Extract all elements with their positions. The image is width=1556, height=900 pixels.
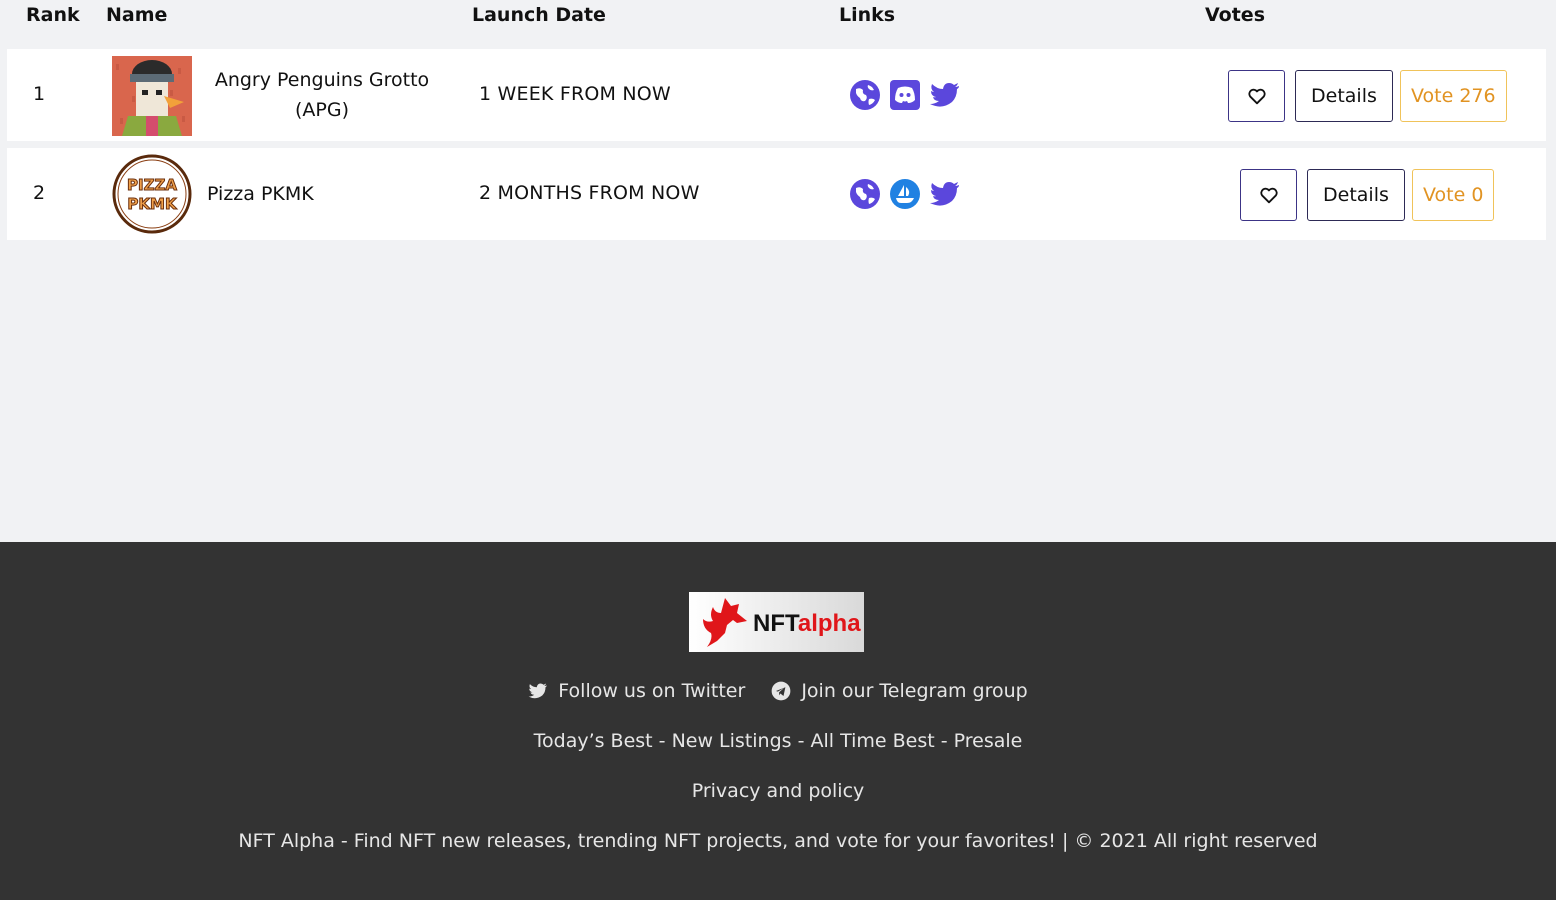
wolf-icon <box>703 598 747 647</box>
nav-separator: - <box>934 730 954 752</box>
twitter-follow-link[interactable]: Follow us on Twitter <box>528 680 745 702</box>
nav-new-listings[interactable]: New Listings <box>672 730 792 752</box>
rank-cell: 2 <box>33 182 46 204</box>
globe-icon[interactable] <box>849 79 881 111</box>
project-name[interactable]: Pizza PKMK <box>207 179 314 209</box>
rank-cell: 1 <box>33 83 46 105</box>
favorite-button[interactable] <box>1240 169 1297 221</box>
launch-date: 1 WEEK FROM NOW <box>479 83 671 105</box>
heart-icon <box>1247 88 1266 105</box>
details-button[interactable]: Details <box>1307 169 1405 221</box>
footer-nav: Today’s Best - New Listings - All Time B… <box>0 730 1556 752</box>
privacy-policy: Privacy and policy <box>0 780 1556 802</box>
nav-presale[interactable]: Presale <box>954 730 1023 752</box>
avatar-text-top: PIZZA <box>127 176 177 194</box>
header-launch-date: Launch Date <box>472 4 606 26</box>
vote-button[interactable]: Vote 276 <box>1400 70 1507 122</box>
header-links: Links <box>839 4 896 26</box>
twitter-icon[interactable] <box>929 79 961 111</box>
social-links: Follow us on Twitter Join our Telegram g… <box>0 680 1556 702</box>
header-name: Name <box>106 4 168 26</box>
heart-icon <box>1259 187 1278 204</box>
twitter-icon[interactable] <box>929 178 961 210</box>
nav-separator: - <box>652 730 672 752</box>
globe-icon[interactable] <box>849 178 881 210</box>
nftalpha-logo[interactable]: NFTalpha <box>689 592 864 652</box>
twitter-follow-label: Follow us on Twitter <box>558 680 746 702</box>
twitter-icon <box>528 683 548 699</box>
nav-separator: - <box>791 730 811 752</box>
main-content: Rank Name Launch Date Links Votes 1 Angr… <box>0 0 1556 542</box>
privacy-policy-link[interactable]: Privacy and policy <box>692 780 865 802</box>
details-button[interactable]: Details <box>1295 70 1393 122</box>
nav-all-time-best[interactable]: All Time Best <box>811 730 935 752</box>
table-row[interactable]: 2 PIZZA PKMK Pizza PKMK 2 MONTHS FROM NO… <box>7 148 1546 240</box>
links-cell <box>849 178 961 210</box>
favorite-button[interactable] <box>1228 70 1285 122</box>
copyright-text: NFT Alpha - Find NFT new releases, trend… <box>238 830 1318 852</box>
telegram-icon <box>771 681 791 701</box>
header-votes: Votes <box>1205 4 1265 26</box>
site-footer: NFTalpha Follow us on Twitter Join our T… <box>0 542 1556 900</box>
launch-date: 2 MONTHS FROM NOW <box>479 182 700 204</box>
project-avatar[interactable] <box>112 56 192 136</box>
project-name[interactable]: Angry Penguins Grotto (APG) <box>207 65 437 125</box>
telegram-join-label: Join our Telegram group <box>801 680 1028 702</box>
avatar-text-bottom: PKMK <box>127 195 178 213</box>
vote-button[interactable]: Vote 0 <box>1412 169 1495 221</box>
logo-text-prefix: NFT <box>753 610 798 637</box>
project-avatar[interactable]: PIZZA PKMK <box>112 154 192 234</box>
links-cell <box>849 79 961 111</box>
telegram-join-link[interactable]: Join our Telegram group <box>771 680 1028 702</box>
opensea-icon[interactable] <box>889 178 921 210</box>
nav-todays-best[interactable]: Today’s Best <box>534 730 653 752</box>
table-row[interactable]: 1 Angry Penguins Grotto (APG) 1 WEEK FRO… <box>7 49 1546 141</box>
logo-text-suffix: alpha <box>797 610 861 637</box>
header-rank: Rank <box>26 4 80 26</box>
discord-icon[interactable] <box>889 79 921 111</box>
